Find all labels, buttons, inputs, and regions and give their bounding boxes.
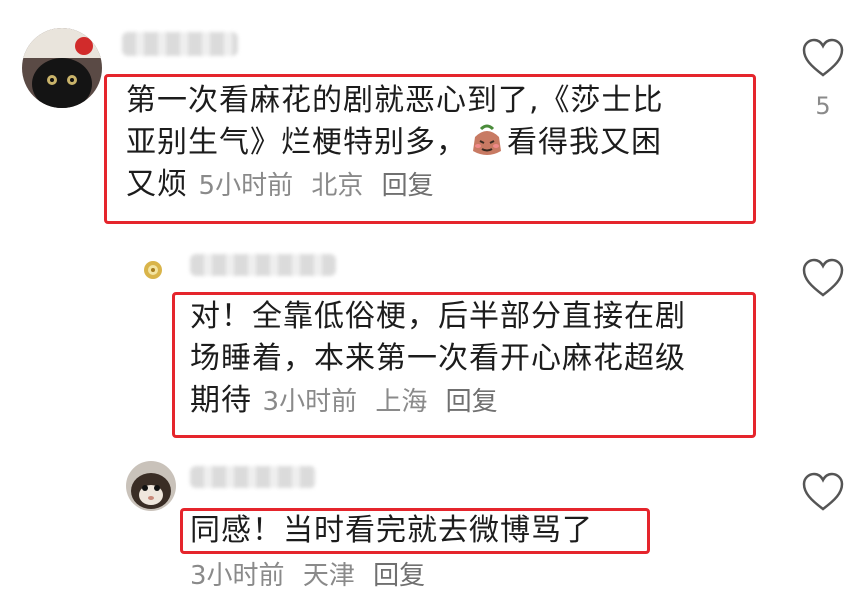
comment-line-text: 又烦 (126, 167, 188, 202)
comment-line: 亚别生气》烂梗特别多， 看得我又困 (126, 122, 746, 164)
comment-line-text: 亚别生气》烂梗特别多， (126, 125, 467, 160)
comment-meta: 5小时前 北京 回复 (199, 171, 434, 201)
heart-outline-icon[interactable] (801, 258, 845, 298)
comment-line: 场睡着，本来第一次看开心麻花超级 (190, 341, 686, 376)
comment-time: 3小时前 (262, 387, 358, 417)
comment-line: 对！全靠低俗梗，后半部分直接在剧 (190, 299, 686, 334)
username-blurred[interactable] (122, 32, 238, 56)
comment-text: 对！全靠低俗梗，后半部分直接在剧 场睡着，本来第一次看开心麻花超级 期待 3小时… (190, 296, 750, 423)
comment-location: 北京 (311, 171, 364, 201)
comment-text: 第一次看麻花的剧就恶心到了,《莎士比 亚别生气》烂梗特别多， 看得我又困 又烦 … (126, 80, 746, 207)
sweaty-face-emoji-icon (469, 123, 505, 159)
comment-time: 5小时前 (198, 171, 294, 201)
avatar-ferret[interactable] (126, 461, 176, 511)
reply-button[interactable]: 回复 (382, 171, 434, 201)
comment-line-text: 期待 (190, 383, 252, 418)
comment-meta: 3小时前 天津 回复 (190, 560, 425, 592)
like-count: 5 (815, 92, 831, 120)
comment-line: 第一次看麻花的剧就恶心到了,《莎士比 (126, 83, 664, 118)
comment-location: 天津 (302, 561, 355, 591)
reply-button[interactable]: 回复 (446, 387, 498, 417)
comment-line: 同感！当时看完就去微博骂了 (190, 513, 593, 548)
heart-outline-icon[interactable] (801, 472, 845, 512)
comment-meta: 3小时前 上海 回复 (263, 387, 498, 417)
comment-line: 期待 3小时前 上海 回复 (190, 380, 750, 423)
comment-line-text: 看得我又困 (507, 125, 662, 160)
username-blurred[interactable] (190, 254, 336, 276)
username-blurred[interactable] (190, 466, 316, 488)
comment-text: 同感！当时看完就去微博骂了 (190, 510, 650, 552)
comment-time: 3小时前 (190, 561, 285, 591)
avatar-small-badge[interactable] (143, 260, 163, 280)
comment-line: 又烦 5小时前 北京 回复 (126, 164, 746, 207)
heart-outline-icon[interactable] (801, 38, 845, 78)
avatar-cat[interactable] (22, 28, 102, 108)
reply-button[interactable]: 回复 (373, 561, 425, 591)
comment-location: 上海 (375, 387, 428, 417)
